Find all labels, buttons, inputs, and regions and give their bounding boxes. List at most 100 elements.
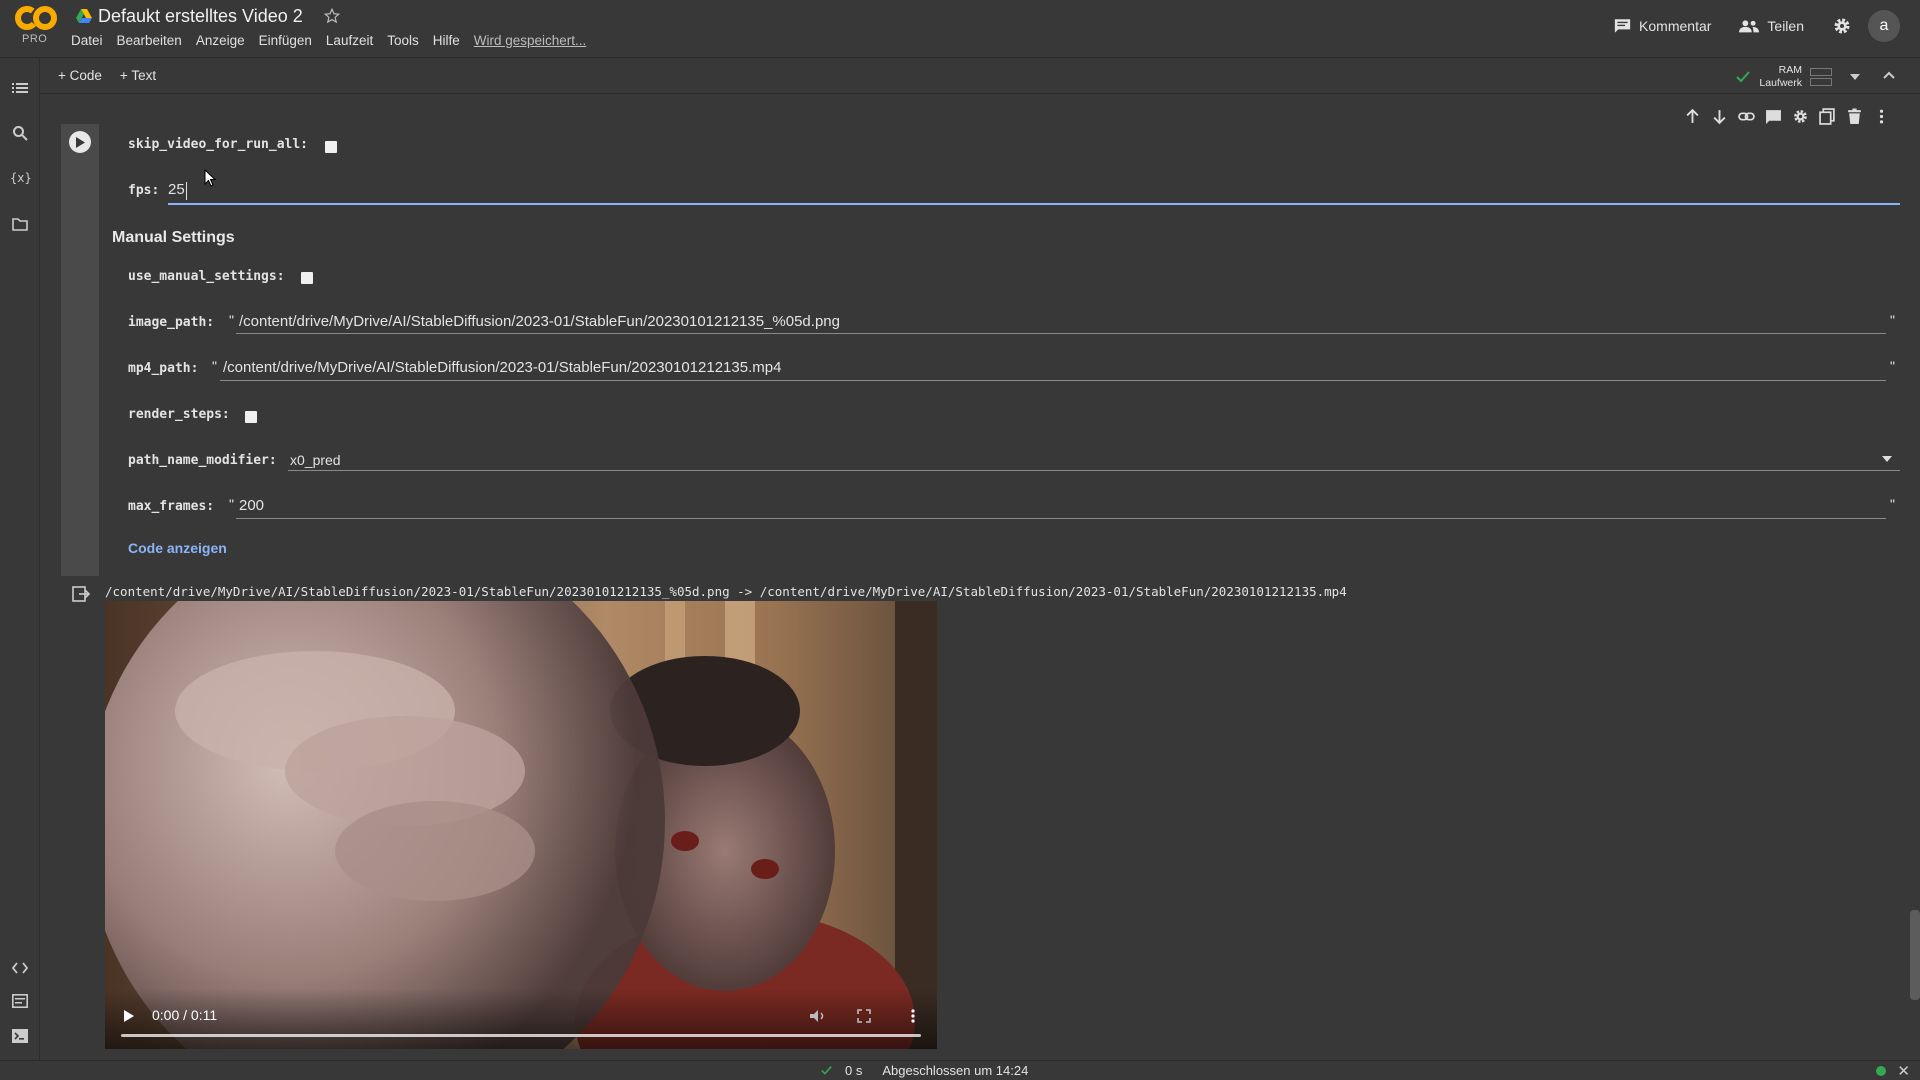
video-progress-bar[interactable]	[121, 1034, 921, 1037]
pro-badge: PRO	[22, 33, 48, 45]
move-down-icon[interactable]	[1711, 108, 1728, 125]
text-cursor	[186, 182, 187, 200]
skip-video-checkbox[interactable]	[325, 141, 337, 153]
mp4-path-underline	[220, 380, 1886, 381]
settings-gear-icon[interactable]	[1832, 16, 1852, 36]
menu-item-anzeige[interactable]: Anzeige	[196, 33, 245, 48]
image-path-label: image_path:	[128, 315, 215, 330]
cell-toolbar	[1684, 108, 1890, 125]
add-text-button[interactable]: + Text	[120, 68, 156, 83]
star-icon[interactable]	[323, 7, 341, 25]
max-frames-underline	[236, 518, 1886, 519]
menu-item-datei[interactable]: Datei	[71, 33, 103, 48]
show-code-link[interactable]: Code anzeigen	[128, 540, 227, 556]
status-check-icon	[820, 1065, 833, 1076]
max-frames-close-quote: "	[1890, 496, 1895, 512]
max-frames-label: max_frames:	[128, 499, 215, 514]
use-manual-settings-checkbox[interactable]	[301, 272, 313, 284]
comment-button[interactable]: Kommentar	[1614, 18, 1711, 34]
completed-time: Abgeschlossen um 14:24	[882, 1063, 1029, 1078]
search-icon[interactable]	[12, 125, 28, 141]
render-steps-label: render_steps:	[128, 407, 230, 422]
command-palette-icon[interactable]	[12, 994, 28, 1010]
comment-label: Kommentar	[1639, 18, 1712, 34]
resource-labels: RAM Laufwerk	[1759, 64, 1802, 90]
volume-icon[interactable]	[809, 1009, 827, 1023]
video-player[interactable]: 0:00 / 0:11	[105, 601, 937, 1049]
execution-status: 0 s Abgeschlossen um 14:24	[820, 1063, 1028, 1078]
fps-label: fps:	[128, 183, 160, 198]
mirror-cell-icon[interactable]	[1819, 108, 1836, 125]
menu-item-bearbeiten[interactable]: Bearbeiten	[117, 33, 182, 48]
fps-input-underline	[168, 203, 1900, 205]
left-sidebar: {x}	[0, 58, 40, 1060]
move-up-icon[interactable]	[1684, 108, 1701, 125]
connected-check-icon	[1735, 70, 1751, 84]
disk-label: Laufwerk	[1759, 77, 1802, 89]
video-frame	[105, 601, 937, 1049]
cell-settings-icon[interactable]	[1792, 108, 1809, 125]
menu-item-laufzeit[interactable]: Laufzeit	[326, 33, 373, 48]
account-avatar[interactable]: a	[1868, 10, 1900, 42]
runtime-dropdown-icon[interactable]	[1850, 74, 1860, 80]
mouse-pointer-icon	[204, 169, 216, 187]
play-icon[interactable]	[123, 1009, 135, 1023]
notebook-title[interactable]: Defaukt erstelltes Video 2	[98, 6, 303, 27]
execution-duration: 0 s	[845, 1063, 863, 1078]
image-path-close-quote: "	[1890, 312, 1895, 328]
runtime-resources[interactable]: RAM Laufwerk	[1735, 64, 1860, 90]
people-icon	[1739, 19, 1760, 33]
close-status-button[interactable]: ✕	[1897, 1062, 1910, 1080]
status-bar: 0 s Abgeschlossen um 14:24 ✕	[0, 1060, 1920, 1080]
render-steps-checkbox[interactable]	[245, 411, 257, 423]
menu-item-hilfe[interactable]: Hilfe	[433, 33, 460, 48]
ram-meter	[1810, 68, 1832, 76]
fps-input[interactable]: 25	[168, 181, 185, 198]
colab-logo[interactable]: PRO	[14, 4, 58, 50]
image-path-input[interactable]: /content/drive/MyDrive/AI/StableDiffusio…	[239, 313, 840, 330]
share-label: Teilen	[1767, 18, 1804, 34]
image-path-open-quote: "	[229, 312, 234, 328]
chevron-down-icon[interactable]	[1882, 456, 1892, 462]
saving-status[interactable]: Wird gespeichert...	[474, 33, 587, 48]
run-cell-button[interactable]	[69, 131, 91, 153]
path-name-modifier-underline	[288, 470, 1900, 471]
main-scrollbar[interactable]	[1910, 910, 1920, 1000]
cell-gutter	[61, 124, 99, 576]
menu-item-tools[interactable]: Tools	[387, 33, 419, 48]
link-icon[interactable]	[1738, 108, 1755, 125]
use-manual-settings-label: use_manual_settings:	[128, 269, 285, 284]
code-snippets-icon[interactable]	[12, 960, 28, 976]
drive-icon	[76, 9, 92, 23]
terminal-icon[interactable]	[12, 1029, 28, 1045]
variables-icon[interactable]: {x}	[10, 171, 32, 187]
section-heading: Manual Settings	[112, 229, 235, 246]
max-frames-input[interactable]: 200	[239, 497, 264, 514]
image-path-underline	[236, 333, 1886, 334]
fullscreen-icon[interactable]	[857, 1009, 871, 1023]
table-of-contents-icon[interactable]	[12, 80, 28, 96]
video-menu-icon[interactable]	[911, 1009, 915, 1023]
more-options-icon[interactable]	[1873, 108, 1890, 125]
menu-item-einfuegen[interactable]: Einfügen	[259, 33, 312, 48]
mp4-path-open-quote: "	[212, 358, 217, 374]
connection-status-dot	[1876, 1066, 1886, 1076]
menu-bar: Datei Bearbeiten Anzeige Einfügen Laufze…	[71, 33, 586, 48]
path-name-modifier-select[interactable]: x0_pred	[290, 452, 341, 468]
doc-title-row: Defaukt erstelltes Video 2	[76, 4, 341, 28]
collapse-header-icon[interactable]	[1882, 70, 1896, 80]
video-time: 0:00 / 0:11	[152, 1007, 218, 1023]
delete-cell-icon[interactable]	[1846, 108, 1863, 125]
folder-icon[interactable]	[12, 217, 28, 233]
add-code-button[interactable]: + Code	[58, 68, 102, 83]
mp4-path-input[interactable]: /content/drive/MyDrive/AI/StableDiffusio…	[223, 359, 781, 376]
resource-meters	[1810, 66, 1832, 88]
header-actions: Kommentar Teilen a	[1614, 10, 1900, 42]
share-button[interactable]: Teilen	[1739, 18, 1804, 34]
output-actions-icon[interactable]	[72, 585, 90, 603]
video-controls: 0:00 / 0:11	[105, 989, 937, 1049]
insert-buttons: + Code + Text	[58, 68, 156, 83]
ram-label: RAM	[1778, 64, 1802, 76]
comment-cell-icon[interactable]	[1765, 108, 1782, 125]
disk-meter	[1810, 78, 1832, 86]
